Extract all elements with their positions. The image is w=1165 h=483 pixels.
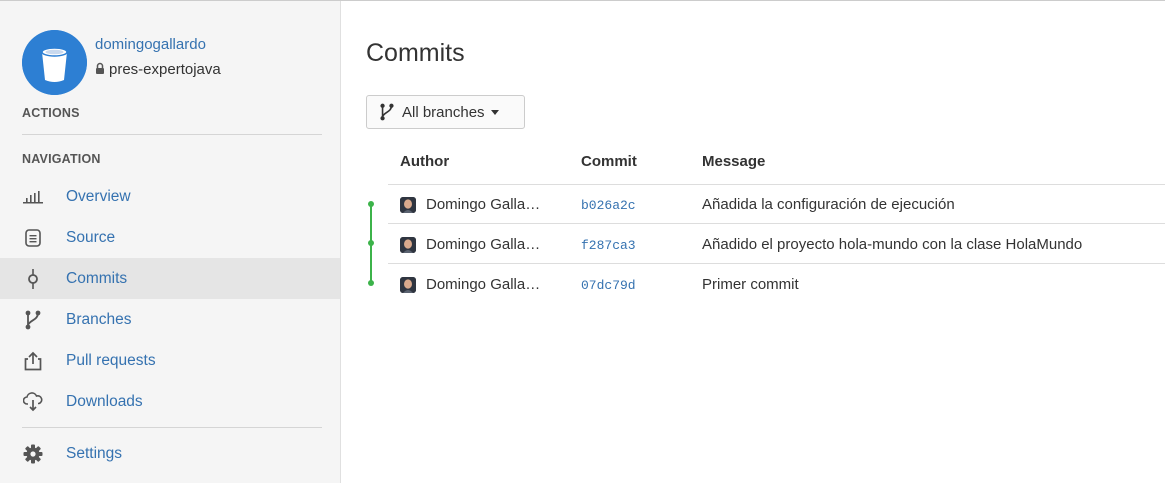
commit-author: Domingo Galla… (400, 276, 540, 293)
lock-icon (96, 62, 104, 74)
branches-icon (380, 103, 394, 121)
sidebar-item-branches[interactable]: Branches (0, 299, 340, 340)
sidebar-item-settings[interactable]: Settings (0, 433, 340, 474)
author-name: Domingo Galla… (426, 196, 541, 213)
commit-hash-link[interactable]: 07dc79d (581, 278, 636, 293)
source-icon (22, 227, 44, 249)
graph-node (368, 280, 374, 286)
commit-author: Domingo Galla… (400, 236, 540, 253)
sidebar-item-label: Branches (66, 310, 132, 328)
repo-avatar[interactable] (22, 30, 87, 95)
column-header-author: Author (400, 153, 450, 170)
downloads-icon (22, 391, 44, 413)
table-row[interactable]: Domingo Galla… b026a2c Añadida la config… (388, 185, 1165, 224)
sidebar-item-label: Downloads (66, 392, 143, 410)
settings-icon (22, 443, 44, 465)
bucket-icon (22, 30, 87, 95)
sidebar-item-commits[interactable]: Commits (0, 258, 340, 299)
divider (22, 427, 322, 428)
pull-requests-icon (22, 350, 44, 372)
sidebar-item-pull-requests[interactable]: Pull requests (0, 340, 340, 381)
commit-hash-link[interactable]: f287ca3 (581, 238, 636, 253)
branch-filter-label: All branches (402, 103, 485, 121)
commit-message: Añadida la configuración de ejecución (702, 196, 955, 213)
column-header-message: Message (702, 153, 766, 170)
sidebar-item-label: Pull requests (66, 351, 156, 369)
commit-author: Domingo Galla… (400, 196, 540, 213)
commit-graph (368, 201, 374, 286)
sidebar-item-label: Source (66, 228, 116, 246)
commit-hash-link[interactable]: b026a2c (581, 198, 636, 213)
commits-icon (22, 268, 44, 290)
graph-node (368, 201, 374, 207)
branches-icon (22, 309, 44, 331)
page-title: Commits (366, 39, 465, 67)
sidebar-item-label: Commits (66, 269, 128, 287)
commit-message: Añadido el proyecto hola-mundo con la cl… (702, 236, 1083, 253)
graph-node (368, 240, 374, 246)
table-row[interactable]: Domingo Galla… 07dc79d Primer commit (388, 265, 1165, 304)
sidebar-item-downloads[interactable]: Downloads (0, 381, 340, 422)
sidebar-item-label: Settings (66, 444, 123, 462)
author-avatar (400, 236, 416, 253)
sidebar-item-label: Overview (66, 187, 131, 205)
main-content: Commits All branches Author Commit Messa… (342, 1, 1165, 483)
sidebar: domingogallardo pres-expertojava ACTIONS… (0, 1, 341, 483)
sidebar-item-source[interactable]: Source (0, 217, 340, 258)
sidebar-item-overview[interactable]: Overview (0, 176, 340, 217)
repo-name[interactable]: pres-expertojava (95, 61, 221, 78)
divider (22, 134, 322, 135)
table-row[interactable]: Domingo Galla… f287ca3 Añadido el proyec… (388, 225, 1165, 264)
overview-icon (22, 186, 44, 208)
repo-name-label: pres-expertojava (109, 61, 221, 78)
column-header-commit: Commit (581, 153, 637, 170)
author-name: Domingo Galla… (426, 236, 541, 253)
commit-message: Primer commit (702, 276, 799, 293)
chevron-down-icon (490, 109, 499, 115)
author-avatar (400, 276, 416, 293)
actions-heading: ACTIONS (22, 106, 80, 120)
navigation-heading: NAVIGATION (22, 152, 101, 166)
author-name: Domingo Galla… (426, 276, 541, 293)
author-avatar (400, 196, 416, 213)
repo-owner-link[interactable]: domingogallardo (95, 36, 206, 53)
branch-filter-dropdown[interactable]: All branches (366, 95, 525, 129)
